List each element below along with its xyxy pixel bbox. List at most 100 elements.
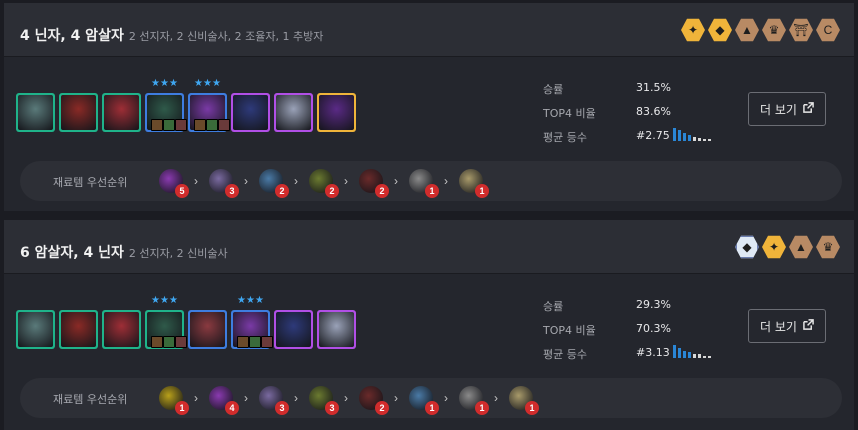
external-link-icon [803, 319, 814, 333]
chainvest-item-icon[interactable]: 1 [409, 169, 439, 198]
ninja-icon[interactable]: ✦ [762, 235, 786, 259]
chainvest-item-icon[interactable]: 1 [459, 386, 489, 415]
win-rate-value: 29.3% [636, 298, 671, 311]
champion-unit[interactable] [59, 310, 98, 349]
comp-card-1: 4 닌자, 4 암살자 2 선지자, 2 신비술사, 2 조율자, 1 추방자 ✦… [4, 3, 854, 211]
more-button[interactable]: 더 보기 [748, 309, 826, 343]
item-priority-bar: 재료템 우선순위 5 › 3 › 2 › 2 › 2 › 1 › 1 [20, 161, 842, 201]
champion-unit[interactable] [274, 310, 313, 349]
item-count-badge: 1 [525, 401, 539, 415]
champion-unit[interactable]: ★★★ [145, 78, 187, 132]
bow-item-icon[interactable]: 1 [159, 386, 189, 415]
placement-bar [683, 351, 686, 358]
champion-portrait [18, 312, 53, 347]
assassin-icon[interactable]: ◆ [708, 18, 732, 42]
item-count-badge: 1 [425, 401, 439, 415]
placement-chart [673, 127, 711, 141]
placement-bar [683, 133, 686, 141]
bow-item-icon[interactable]: 2 [309, 169, 339, 198]
equipped-item-icon [237, 336, 249, 348]
cloak-item-icon[interactable]: 1 [409, 386, 439, 415]
equipped-item-icon [194, 119, 206, 131]
equipped-item-icon [175, 336, 187, 348]
champion-portrait [61, 312, 96, 347]
item-priority-list: 5 › 3 › 2 › 2 › 2 › 1 › 1 [159, 169, 489, 198]
champion-unit[interactable] [317, 310, 356, 349]
star-level: ★★★ [237, 295, 264, 306]
bow-item-icon[interactable]: 3 [309, 386, 339, 415]
champion-unit[interactable] [16, 310, 55, 349]
champion-unit[interactable] [102, 93, 141, 132]
placement-bar [703, 139, 706, 141]
unit-items [151, 336, 187, 348]
shade-icon[interactable]: ▲ [789, 235, 813, 259]
unit-items [194, 119, 230, 131]
champion-portrait [104, 95, 139, 130]
placement-bar [688, 352, 691, 358]
cloak-item-icon[interactable]: 2 [259, 169, 289, 198]
champion-unit[interactable] [274, 93, 313, 132]
placement-bar [678, 130, 681, 141]
champion-unit[interactable] [317, 93, 356, 132]
crown-icon[interactable]: ♛ [762, 18, 786, 42]
equipped-item-icon [175, 119, 187, 131]
comp-subtitle: 2 선지자, 2 신비술사, 2 조율자, 1 추방자 [128, 30, 324, 43]
placement-bar [678, 348, 681, 358]
belt-item-icon[interactable]: 3 [259, 386, 289, 415]
shrine-icon[interactable]: ⛩ [789, 18, 813, 42]
more-button[interactable]: 더 보기 [748, 92, 826, 126]
champion-unit[interactable] [59, 93, 98, 132]
spatula-item-icon[interactable]: 1 [509, 386, 539, 415]
more-button-label: 더 보기 [760, 319, 797, 334]
equipped-item-icon [151, 119, 163, 131]
placement-bar [673, 128, 676, 141]
champion-unit[interactable] [231, 93, 270, 132]
glove-item-icon[interactable]: 2 [359, 386, 389, 415]
trait-list: ✦ ◆ ▲ ♛ ⛩ C [681, 18, 840, 42]
champion-unit[interactable]: ★★★ [188, 78, 230, 132]
item-count-badge: 2 [275, 184, 289, 198]
item-count-badge: 2 [375, 184, 389, 198]
star-level: ★★★ [151, 295, 178, 306]
belt-item-icon[interactable]: 3 [209, 169, 239, 198]
comp-card-2: 6 암살자, 4 닌자 2 선지자, 2 신비술사 ◆ ✦ ▲ ♛ ★★★ ★★★ 승률 2… [4, 220, 854, 430]
champion-unit[interactable] [16, 93, 55, 132]
champion-unit[interactable] [102, 310, 141, 349]
top4-label: TOP4 비율 [543, 107, 596, 120]
glove-item-icon[interactable]: 2 [359, 169, 389, 198]
star-level: ★★★ [194, 78, 221, 89]
shade-icon[interactable]: ▲ [735, 18, 759, 42]
top4-label: TOP4 비율 [543, 324, 596, 337]
equipped-item-icon [218, 119, 230, 131]
champion-unit[interactable]: ★★★ [145, 295, 187, 349]
assassin-icon[interactable]: ◆ [735, 235, 759, 259]
spatula-item-icon[interactable]: 1 [459, 169, 489, 198]
champion-unit[interactable] [188, 310, 227, 349]
comp-subtitle: 2 선지자, 2 신비술사 [128, 247, 228, 260]
champion-portrait [61, 95, 96, 130]
ninja-icon[interactable]: ✦ [681, 18, 705, 42]
champion-portrait [233, 95, 268, 130]
crown-icon[interactable]: ♛ [816, 235, 840, 259]
champion-unit[interactable]: ★★★ [231, 295, 273, 349]
item-count-badge: 2 [325, 184, 339, 198]
item-count-badge: 3 [325, 401, 339, 415]
item-count-badge: 3 [275, 401, 289, 415]
placement-bar [688, 135, 691, 141]
champion-portrait [276, 95, 311, 130]
equipped-item-icon [261, 336, 273, 348]
item-count-badge: 1 [475, 401, 489, 415]
win-rate-value: 31.5% [636, 81, 671, 94]
placement-bar [703, 356, 706, 358]
sword-item-icon[interactable]: 4 [209, 386, 239, 415]
trait-list: ◆ ✦ ▲ ♛ [735, 235, 840, 259]
hook-icon[interactable]: C [816, 18, 840, 42]
placement-chart [673, 344, 711, 358]
item-count-badge: 1 [425, 184, 439, 198]
item-priority-label: 재료템 우선순위 [53, 393, 128, 406]
champion-portrait [319, 95, 354, 130]
top4-value: 83.6% [636, 105, 671, 118]
equipped-item-icon [206, 119, 218, 131]
sword-item-icon[interactable]: 5 [159, 169, 189, 198]
unit-list: ★★★ ★★★ [16, 295, 356, 349]
